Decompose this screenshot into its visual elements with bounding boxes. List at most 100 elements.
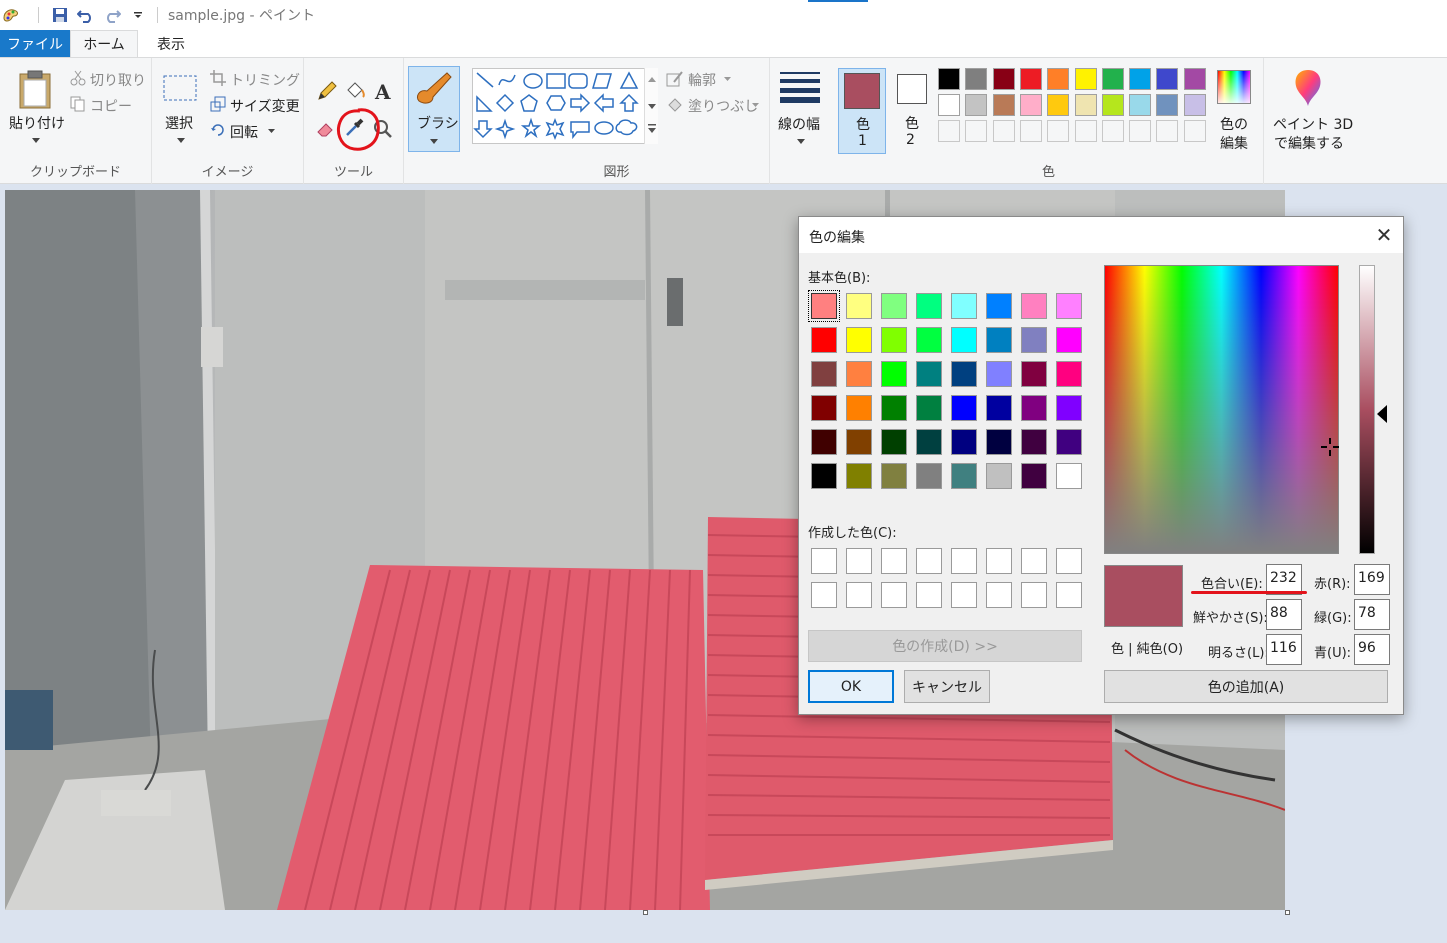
basic-color-cell[interactable]	[1021, 395, 1047, 421]
sat-input[interactable]: 88	[1266, 599, 1302, 630]
custom-color-cell[interactable]	[986, 582, 1012, 608]
green-input[interactable]: 78	[1354, 599, 1390, 630]
basic-color-cell[interactable]	[1056, 293, 1082, 319]
basic-color-cell[interactable]	[846, 361, 872, 387]
basic-color-cell[interactable]	[811, 327, 837, 353]
basic-color-cell[interactable]	[881, 361, 907, 387]
palette-swatch[interactable]	[1156, 94, 1179, 116]
custom-color-cell[interactable]	[1056, 548, 1082, 574]
resize-button[interactable]: サイズ変更	[208, 94, 302, 116]
basic-color-cell[interactable]	[1056, 361, 1082, 387]
tab-view[interactable]: 表示	[140, 30, 202, 57]
basic-color-cell[interactable]	[846, 463, 872, 489]
basic-color-cell[interactable]	[1021, 361, 1047, 387]
basic-color-cell[interactable]	[846, 327, 872, 353]
basic-color-cell[interactable]	[881, 327, 907, 353]
fill-bucket-icon[interactable]	[344, 80, 366, 102]
basic-color-cell[interactable]	[951, 293, 977, 319]
palette-swatch[interactable]	[965, 68, 988, 90]
palette-swatch[interactable]	[1101, 68, 1124, 90]
resize-handle-right[interactable]	[1285, 910, 1290, 915]
palette-swatch[interactable]	[1019, 68, 1042, 90]
edit-colors-button[interactable]: 色の 編集	[1212, 68, 1258, 154]
cut-button[interactable]: 切り取り	[68, 68, 148, 90]
text-icon[interactable]: A	[372, 80, 394, 102]
add-to-custom-colors-button[interactable]: 色の追加(A)	[1104, 670, 1388, 703]
line-width-button[interactable]: 線の幅	[772, 66, 830, 152]
shapes-scroll[interactable]	[644, 68, 658, 144]
basic-color-cell[interactable]	[916, 395, 942, 421]
fill-button[interactable]: 塗りつぶし	[664, 94, 764, 116]
basic-color-cell[interactable]	[846, 395, 872, 421]
paint-app-icon[interactable]	[2, 6, 20, 24]
palette-swatch[interactable]	[1074, 68, 1097, 90]
palette-swatch[interactable]	[1183, 120, 1206, 142]
basic-color-cell[interactable]	[1056, 395, 1082, 421]
basic-color-cell[interactable]	[846, 293, 872, 319]
basic-color-cell[interactable]	[916, 361, 942, 387]
custom-color-cell[interactable]	[846, 582, 872, 608]
custom-color-cell[interactable]	[986, 548, 1012, 574]
basic-color-cell[interactable]	[951, 361, 977, 387]
palette-swatch[interactable]	[1047, 120, 1070, 142]
shapes-gallery[interactable]	[472, 68, 658, 144]
palette-swatch[interactable]	[938, 120, 960, 142]
tab-home[interactable]: ホーム	[70, 30, 138, 57]
palette-swatch[interactable]	[1129, 68, 1152, 90]
basic-color-cell[interactable]	[1021, 327, 1047, 353]
custom-color-cell[interactable]	[916, 548, 942, 574]
palette-swatch[interactable]	[992, 68, 1015, 90]
custom-color-cell[interactable]	[951, 548, 977, 574]
blue-input[interactable]: 96	[1354, 634, 1390, 665]
palette-swatch[interactable]	[1156, 68, 1179, 90]
palette-swatch[interactable]	[1101, 120, 1124, 142]
basic-color-cell[interactable]	[951, 463, 977, 489]
basic-color-cell[interactable]	[986, 327, 1012, 353]
paint3d-button[interactable]: ペイント 3D で編集する	[1268, 66, 1353, 156]
luminance-arrow-icon[interactable]	[1377, 405, 1387, 423]
basic-color-cell[interactable]	[881, 293, 907, 319]
palette-swatch[interactable]	[1047, 68, 1070, 90]
lum-input[interactable]: 116	[1266, 634, 1302, 665]
basic-color-cell[interactable]	[986, 293, 1012, 319]
basic-color-cell[interactable]	[986, 395, 1012, 421]
luminance-slider[interactable]	[1359, 265, 1375, 554]
palette-swatch[interactable]	[1156, 120, 1179, 142]
color1-button[interactable]: 色 1	[838, 68, 886, 154]
redo-icon[interactable]	[101, 4, 123, 26]
copy-button[interactable]: コピー	[68, 94, 148, 116]
define-custom-colors-button[interactable]: 色の作成(D) >>	[808, 630, 1082, 662]
palette-swatch[interactable]	[938, 68, 960, 90]
crop-button[interactable]: トリミング	[208, 68, 302, 90]
palette-swatch[interactable]	[965, 94, 988, 116]
palette-swatch[interactable]	[938, 94, 960, 116]
pencil-icon[interactable]	[316, 80, 338, 102]
basic-color-cell[interactable]	[881, 429, 907, 455]
basic-color-cell[interactable]	[1021, 293, 1047, 319]
custom-color-cell[interactable]	[881, 548, 907, 574]
basic-color-cell[interactable]	[881, 463, 907, 489]
basic-color-cell[interactable]	[951, 327, 977, 353]
resize-handle-bottom[interactable]	[643, 910, 648, 915]
basic-color-cell[interactable]	[951, 429, 977, 455]
custom-color-cell[interactable]	[811, 582, 837, 608]
basic-color-cell[interactable]	[808, 290, 840, 322]
custom-color-cell[interactable]	[881, 582, 907, 608]
palette-swatch[interactable]	[1074, 120, 1097, 142]
custom-color-cell[interactable]	[846, 548, 872, 574]
palette-swatch[interactable]	[1074, 94, 1097, 116]
undo-icon[interactable]	[75, 4, 97, 26]
basic-color-cell[interactable]	[916, 293, 942, 319]
color-spectrum[interactable]	[1104, 265, 1339, 554]
palette-swatch[interactable]	[1129, 94, 1152, 116]
basic-color-cell[interactable]	[1056, 463, 1082, 489]
ok-button[interactable]: OK	[808, 670, 894, 703]
basic-color-cell[interactable]	[811, 429, 837, 455]
custom-color-cell[interactable]	[916, 582, 942, 608]
outline-button[interactable]: 輪郭	[664, 68, 764, 90]
basic-color-cell[interactable]	[811, 395, 837, 421]
basic-color-cell[interactable]	[846, 429, 872, 455]
custom-color-cell[interactable]	[1056, 582, 1082, 608]
save-icon[interactable]	[49, 4, 71, 26]
brushes-button[interactable]: ブラシ	[408, 66, 460, 152]
